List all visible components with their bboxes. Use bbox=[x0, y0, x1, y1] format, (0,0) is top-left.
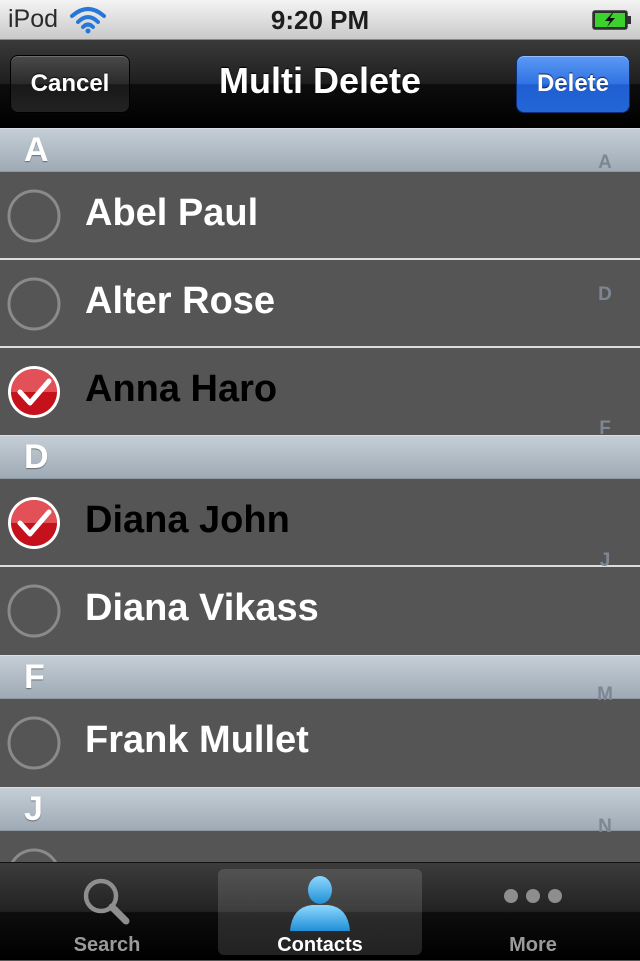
tab-label: Search bbox=[73, 934, 141, 956]
tab-bar: Search Contacts More bbox=[0, 862, 640, 960]
section-header-f: F bbox=[0, 655, 640, 699]
unchecked-circle-icon[interactable] bbox=[6, 188, 62, 244]
contact-name: Alter Rose bbox=[85, 280, 276, 322]
contact-name: Diana John bbox=[85, 499, 290, 541]
status-time: 9:20 PM bbox=[270, 5, 370, 35]
section-header-a: A bbox=[0, 128, 640, 172]
contact-name: Frank Mullet bbox=[85, 719, 309, 761]
tab-label: Contacts bbox=[277, 934, 363, 956]
section-letter: F bbox=[24, 658, 45, 696]
tab-label: More bbox=[509, 934, 557, 956]
status-bar: iPod 9:20 PM bbox=[0, 0, 640, 40]
contact-name: Diana Vikass bbox=[85, 587, 319, 629]
contact-name: Anna Haro bbox=[85, 368, 278, 410]
section-letter: D bbox=[24, 438, 49, 476]
section-header-j: J bbox=[0, 787, 640, 831]
navigation-bar: Cancel Multi Delete Delete bbox=[0, 40, 640, 128]
magnifier-icon bbox=[83, 878, 130, 925]
unchecked-circle-icon[interactable] bbox=[6, 847, 62, 862]
unchecked-circle-icon[interactable] bbox=[6, 276, 62, 332]
contact-row-partial[interactable] bbox=[0, 831, 640, 862]
more-dots-icon bbox=[504, 889, 562, 903]
tab-search[interactable]: Search bbox=[0, 863, 214, 961]
index-letter-a[interactable]: A bbox=[596, 152, 614, 174]
contact-row[interactable]: Abel Paul bbox=[0, 172, 640, 260]
tab-contacts[interactable]: Contacts bbox=[218, 869, 422, 956]
contact-row[interactable]: Diana Vikass bbox=[0, 567, 640, 655]
tab-more[interactable]: More bbox=[426, 863, 640, 961]
contact-row[interactable]: Frank Mullet bbox=[0, 699, 640, 787]
contact-row[interactable]: Anna Haro bbox=[0, 348, 640, 436]
delete-button[interactable]: Delete bbox=[516, 55, 630, 113]
contact-row[interactable]: Alter Rose bbox=[0, 260, 640, 348]
unchecked-circle-icon[interactable] bbox=[6, 715, 62, 771]
checked-circle-icon[interactable] bbox=[6, 495, 62, 551]
index-letter-m[interactable]: M bbox=[596, 684, 614, 706]
person-icon bbox=[290, 876, 350, 931]
index-letter-n[interactable]: N bbox=[596, 816, 614, 838]
checked-circle-icon[interactable] bbox=[6, 364, 62, 420]
section-header-d: D bbox=[0, 435, 640, 479]
index-letter-j[interactable]: J bbox=[596, 550, 614, 572]
section-letter: J bbox=[24, 790, 43, 828]
contact-row[interactable]: Diana John bbox=[0, 479, 640, 567]
contact-name: Abel Paul bbox=[85, 192, 259, 234]
section-letter: A bbox=[24, 131, 49, 169]
index-letter-f[interactable]: F bbox=[596, 418, 614, 440]
contact-list[interactable]: A Abel Paul Alter Rose Anna Haro D Diana… bbox=[0, 128, 640, 862]
unchecked-circle-icon[interactable] bbox=[6, 583, 62, 639]
battery-charging-icon bbox=[592, 10, 631, 30]
index-letter-d[interactable]: D bbox=[596, 284, 614, 306]
